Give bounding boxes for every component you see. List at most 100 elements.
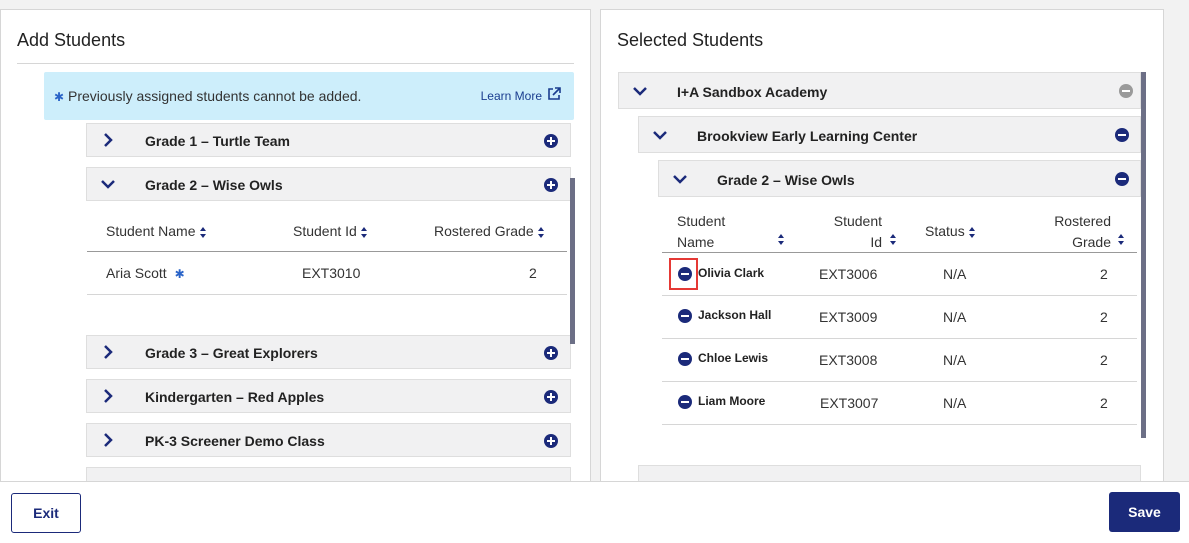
row-divider bbox=[662, 381, 1137, 382]
column-header-label: Rostered bbox=[1054, 213, 1111, 229]
student-name: Jackson Hall bbox=[698, 308, 772, 322]
column-header-label: Student bbox=[833, 213, 882, 229]
right-scrollbar[interactable] bbox=[1141, 72, 1146, 438]
column-header-label: Student bbox=[677, 213, 726, 229]
chevron-right-icon[interactable] bbox=[103, 424, 119, 456]
class-row-grade-3[interactable]: Grade 3 – Great Explorers bbox=[86, 335, 571, 369]
add-class-icon[interactable] bbox=[544, 178, 558, 192]
add-class-icon[interactable] bbox=[544, 134, 558, 148]
remove-student-icon[interactable] bbox=[678, 395, 692, 409]
remove-student-icon[interactable] bbox=[678, 309, 692, 323]
class-label: Grade 1 – Turtle Team bbox=[145, 133, 290, 149]
column-header-label: Name bbox=[677, 234, 715, 250]
sort-icon[interactable] bbox=[360, 226, 368, 238]
column-header-student-id[interactable]: Student Id bbox=[293, 223, 368, 239]
sort-icon[interactable] bbox=[537, 226, 545, 238]
column-header-label: Student Id bbox=[293, 223, 357, 239]
remove-school-icon[interactable] bbox=[1119, 84, 1133, 98]
column-header-label: Status bbox=[925, 223, 965, 239]
class-label: Grade 2 – Wise Owls bbox=[145, 177, 283, 193]
student-id: EXT3007 bbox=[820, 395, 879, 411]
row-divider bbox=[662, 295, 1137, 296]
asterisk-icon: ✱ bbox=[54, 90, 65, 104]
sort-icon[interactable] bbox=[890, 234, 897, 245]
class-label: Kindergarten – Red Apples bbox=[145, 389, 325, 405]
class-label: PK-3 Screener Demo Class bbox=[145, 433, 325, 449]
chevron-right-icon[interactable] bbox=[103, 380, 119, 412]
notice-text: Previously assigned students cannot be a… bbox=[68, 88, 362, 104]
class-row-grade-2[interactable]: Grade 2 – Wise Owls bbox=[86, 167, 571, 201]
sort-icon[interactable] bbox=[778, 234, 785, 245]
class-label: Grade 2 – Wise Owls bbox=[717, 172, 855, 188]
exit-button[interactable]: Exit bbox=[11, 493, 81, 533]
student-status: N/A bbox=[943, 309, 967, 325]
selected-students-title: Selected Students bbox=[617, 30, 764, 50]
school-label: I+A Sandbox Academy bbox=[677, 84, 828, 100]
column-header-label: Rostered Grade bbox=[434, 223, 534, 239]
class-row-grade-1[interactable]: Grade 1 – Turtle Team bbox=[86, 123, 571, 157]
column-header-label: Id bbox=[870, 234, 882, 250]
class-row-kindergarten[interactable]: Kindergarten – Red Apples bbox=[86, 379, 571, 413]
footer-bar: Exit Save bbox=[0, 481, 1189, 543]
column-header-student-name[interactable]: Student Name bbox=[106, 223, 207, 239]
student-id: EXT3008 bbox=[819, 352, 878, 368]
save-button[interactable]: Save bbox=[1109, 492, 1180, 532]
column-header-label: Grade bbox=[1072, 234, 1111, 250]
divider bbox=[17, 63, 574, 64]
row-divider bbox=[87, 294, 567, 295]
column-header-rostered-grade[interactable]: Rostered Grade bbox=[434, 223, 545, 239]
chevron-right-icon[interactable] bbox=[103, 124, 119, 156]
chevron-down-icon[interactable] bbox=[672, 161, 688, 196]
student-name: Chloe Lewis bbox=[698, 351, 769, 365]
add-class-icon[interactable] bbox=[544, 346, 558, 360]
chevron-right-icon[interactable] bbox=[103, 336, 119, 368]
remove-class-icon[interactable] bbox=[1115, 172, 1129, 186]
column-header-student-id[interactable]: Student Id bbox=[830, 211, 882, 253]
row-divider bbox=[662, 424, 1137, 425]
selected-students-panel: Selected Students I+A Sandbox Academy Br… bbox=[600, 9, 1164, 489]
add-students-title: Add Students bbox=[17, 30, 126, 50]
add-class-icon[interactable] bbox=[544, 434, 558, 448]
sort-icon[interactable] bbox=[968, 226, 976, 238]
chevron-down-icon[interactable] bbox=[652, 117, 668, 152]
left-scrollbar[interactable] bbox=[570, 178, 575, 344]
learn-more-link[interactable]: Learn More bbox=[481, 89, 542, 103]
table-header-divider bbox=[87, 251, 567, 252]
student-grade: 2 bbox=[1100, 352, 1108, 368]
center-row[interactable]: Brookview Early Learning Center bbox=[638, 116, 1141, 153]
student-grade: 2 bbox=[529, 265, 537, 281]
student-status: N/A bbox=[943, 266, 967, 282]
chevron-down-icon[interactable] bbox=[100, 168, 116, 200]
column-header-student-name[interactable]: Student Name bbox=[677, 211, 725, 253]
column-header-status[interactable]: Status bbox=[925, 223, 976, 239]
remove-student-icon[interactable] bbox=[678, 352, 692, 366]
student-name: Aria Scott ✱ bbox=[106, 265, 185, 281]
student-name-text: Aria Scott bbox=[106, 265, 167, 281]
sort-icon[interactable] bbox=[199, 226, 207, 238]
asterisk-icon: ✱ bbox=[174, 267, 185, 281]
student-status: N/A bbox=[943, 395, 967, 411]
highlight-box bbox=[669, 258, 698, 290]
row-divider bbox=[662, 338, 1137, 339]
sort-icon[interactable] bbox=[1118, 234, 1125, 245]
external-link-icon[interactable] bbox=[547, 87, 561, 101]
add-class-icon[interactable] bbox=[544, 390, 558, 404]
student-name: Olivia Clark bbox=[698, 266, 765, 280]
table-header-divider bbox=[662, 252, 1137, 253]
student-grade: 2 bbox=[1100, 266, 1108, 282]
class-label: Grade 3 – Great Explorers bbox=[145, 345, 318, 361]
student-grade: 2 bbox=[1100, 395, 1108, 411]
column-header-rostered-grade[interactable]: Rostered Grade bbox=[1041, 211, 1111, 253]
column-header-label: Student Name bbox=[106, 223, 196, 239]
class-row-grade-2[interactable]: Grade 2 – Wise Owls bbox=[658, 160, 1141, 197]
school-row[interactable]: I+A Sandbox Academy bbox=[618, 72, 1141, 109]
chevron-down-icon[interactable] bbox=[632, 73, 648, 108]
student-name: Liam Moore bbox=[698, 394, 766, 408]
student-id: EXT3006 bbox=[819, 266, 878, 282]
class-row-pk3[interactable]: PK-3 Screener Demo Class bbox=[86, 423, 571, 457]
student-status: N/A bbox=[943, 352, 967, 368]
remove-center-icon[interactable] bbox=[1115, 128, 1129, 142]
student-id: EXT3009 bbox=[819, 309, 878, 325]
student-grade: 2 bbox=[1100, 309, 1108, 325]
center-label: Brookview Early Learning Center bbox=[697, 128, 918, 144]
